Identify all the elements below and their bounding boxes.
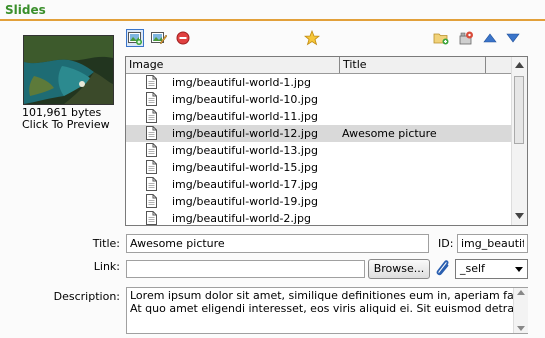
edit-image-button[interactable] bbox=[150, 29, 168, 47]
list-item[interactable]: img/beautiful-world-12.jpg Awesome pictur… bbox=[126, 125, 512, 142]
browse-button[interactable]: Browse... bbox=[368, 259, 430, 279]
column-header-title[interactable]: Title bbox=[340, 57, 486, 73]
column-header-image[interactable]: Image bbox=[126, 57, 340, 73]
edit-image-icon bbox=[151, 32, 167, 45]
title-input[interactable] bbox=[126, 234, 429, 253]
attach-link-button[interactable] bbox=[435, 259, 451, 280]
list-item[interactable]: img/beautiful-world-2.jpg bbox=[126, 210, 512, 225]
paperclip-icon bbox=[436, 260, 449, 276]
new-folder-icon bbox=[433, 33, 449, 45]
down-arrow-icon bbox=[506, 33, 520, 43]
add-image-button[interactable] bbox=[126, 29, 144, 47]
description-label: Description: bbox=[53, 290, 120, 303]
file-icon bbox=[146, 109, 157, 123]
move-up-button[interactable] bbox=[481, 29, 499, 47]
up-arrow-icon bbox=[483, 33, 497, 43]
move-down-button[interactable] bbox=[504, 29, 522, 47]
remove-button[interactable] bbox=[174, 29, 192, 47]
scroll-down-icon[interactable] bbox=[515, 213, 524, 219]
settings-icon bbox=[459, 31, 473, 45]
list-item[interactable]: img/beautiful-world-11.jpg bbox=[126, 108, 512, 125]
list-item[interactable]: img/beautiful-world-13.jpg bbox=[126, 142, 512, 159]
header-divider bbox=[0, 19, 545, 21]
image-path: img/beautiful-world-19.jpg bbox=[172, 195, 318, 208]
file-icon bbox=[146, 177, 157, 191]
scroll-up-icon[interactable] bbox=[515, 62, 524, 68]
title-label: Title: bbox=[92, 237, 120, 250]
description-scroll-arrows bbox=[517, 290, 525, 331]
file-icon bbox=[146, 126, 157, 140]
list-item[interactable]: img/beautiful-world-1.jpg bbox=[126, 74, 512, 91]
link-target-select[interactable]: _self bbox=[455, 259, 528, 279]
file-icon bbox=[146, 160, 157, 174]
link-input[interactable] bbox=[126, 260, 365, 278]
favorite-button[interactable] bbox=[303, 29, 321, 47]
list-item[interactable]: img/beautiful-world-17.jpg bbox=[126, 176, 512, 193]
image-path: img/beautiful-world-17.jpg bbox=[172, 178, 318, 191]
settings-button[interactable] bbox=[457, 29, 475, 47]
slides-list[interactable]: Image Title img/beautiful-world-1.jpg img… bbox=[125, 56, 528, 226]
image-path: img/beautiful-world-12.jpg bbox=[172, 127, 318, 140]
section-title: Slides bbox=[5, 3, 46, 17]
image-path: img/beautiful-world-10.jpg bbox=[172, 93, 318, 106]
list-item[interactable]: img/beautiful-world-10.jpg bbox=[126, 91, 512, 108]
new-folder-button[interactable] bbox=[432, 29, 450, 47]
file-icon bbox=[146, 92, 157, 106]
image-thumbnail[interactable] bbox=[23, 35, 114, 105]
id-label: ID: bbox=[438, 237, 454, 250]
image-path: img/beautiful-world-13.jpg bbox=[172, 144, 318, 157]
scroll-thumb[interactable] bbox=[514, 76, 524, 144]
id-input[interactable] bbox=[457, 234, 528, 253]
image-path: img/beautiful-world-15.jpg bbox=[172, 161, 318, 174]
image-title: Awesome picture bbox=[342, 127, 437, 140]
list-item[interactable]: img/beautiful-world-15.jpg bbox=[126, 159, 512, 176]
add-image-icon bbox=[128, 32, 142, 45]
list-scrollbar[interactable] bbox=[511, 57, 527, 225]
list-rows: img/beautiful-world-1.jpg img/beautiful-w… bbox=[126, 74, 512, 225]
list-header: Image Title bbox=[126, 57, 512, 74]
image-path: img/beautiful-world-2.jpg bbox=[172, 212, 311, 225]
link-label: Link: bbox=[93, 260, 120, 273]
file-icon bbox=[146, 75, 157, 89]
remove-icon bbox=[176, 31, 190, 45]
file-icon bbox=[146, 143, 157, 157]
link-target-value: _self bbox=[460, 262, 485, 275]
description-scrollbar[interactable] bbox=[513, 288, 528, 333]
landscape-image bbox=[24, 36, 113, 104]
file-icon bbox=[146, 194, 157, 208]
preview-link[interactable]: Click To Preview bbox=[22, 118, 110, 131]
file-icon bbox=[146, 211, 157, 225]
list-item[interactable]: img/beautiful-world-19.jpg bbox=[126, 193, 512, 210]
star-icon bbox=[304, 30, 320, 46]
description-textarea[interactable]: Lorem ipsum dolor sit amet, similique de… bbox=[126, 287, 528, 334]
image-path: img/beautiful-world-11.jpg bbox=[172, 110, 318, 123]
image-path: img/beautiful-world-1.jpg bbox=[172, 76, 311, 89]
chevron-down-icon bbox=[515, 267, 523, 272]
